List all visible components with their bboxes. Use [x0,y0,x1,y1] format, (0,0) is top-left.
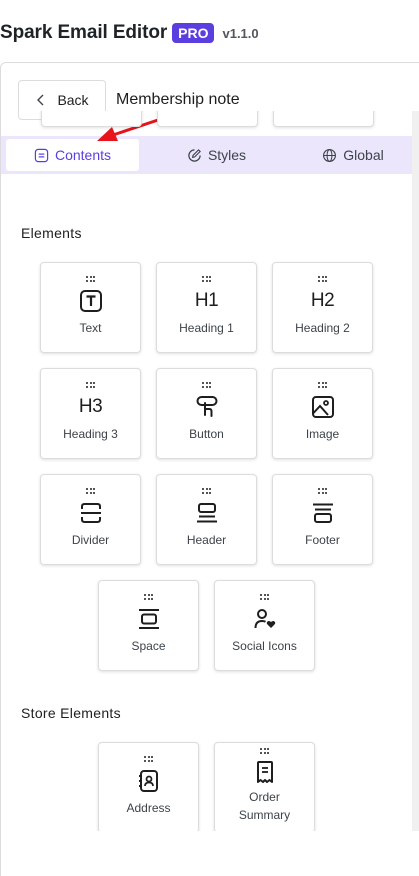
element-label: Heading 3 [63,427,118,441]
drag-handle-icon [202,276,211,283]
element-card-button[interactable]: Button [156,368,257,459]
receipt-icon [256,761,273,783]
drag-handle-icon [86,382,95,389]
element-label: Footer [305,533,340,547]
element-card-header[interactable]: Header [156,474,257,565]
image-icon [311,396,334,418]
drag-handle-icon [202,382,211,389]
drag-handle-icon [144,594,153,601]
heading-2-icon: H2 [310,290,335,311]
store-element-label: Order Summary [239,788,290,824]
store-elements-section-title: Store Elements [21,705,121,721]
drag-handle-icon [318,488,327,495]
store-element-label: Address [126,801,171,815]
partial-card[interactable] [273,111,374,127]
element-label: Heading 1 [179,321,234,335]
header-icon [196,503,217,523]
element-label: Space [131,639,166,653]
element-label: Divider [71,533,110,547]
element-card-image[interactable]: Image [272,368,373,459]
store-element-label-line1: Order [249,790,280,804]
element-label: Text [79,321,102,335]
drag-handle-icon [260,748,269,755]
element-label: Heading 2 [295,321,350,335]
drag-handle-icon [318,276,327,283]
store-card-order-summary[interactable]: Order Summary [214,742,315,831]
elements-scroll-area[interactable]: Elements Text H1 Heading 1 H2 Heading 2 … [0,111,412,831]
element-card-heading-2[interactable]: H2 Heading 2 [272,262,373,353]
element-label: Social Icons [232,639,297,653]
store-card-address[interactable]: Address [98,742,199,831]
back-button-label: Back [57,92,89,108]
partial-card[interactable] [41,111,142,127]
element-card-social-icons[interactable]: Social Icons [214,580,315,671]
space-icon [138,609,159,629]
app-header: Spark Email Editor PRO v1.1.0 [0,18,259,48]
element-card-heading-3[interactable]: H3 Heading 3 [40,368,141,459]
element-card-text[interactable]: Text [40,262,141,353]
heading-3-icon: H3 [78,396,103,417]
element-card-divider[interactable]: Divider [40,474,141,565]
social-icon [254,609,275,629]
element-label: Button [189,427,224,441]
element-card-footer[interactable]: Footer [272,474,373,565]
drag-handle-icon [86,488,95,495]
scrollbar[interactable] [412,111,419,831]
element-card-space[interactable]: Space [98,580,199,671]
drag-handle-icon [318,382,327,389]
drag-handle-icon [86,276,95,283]
chevron-left-icon [37,94,44,106]
heading-1-icon: H1 [194,290,219,311]
footer-icon [312,503,333,523]
note-title: Membership note [116,91,240,108]
element-label: Header [186,533,227,547]
drag-handle-icon [202,488,211,495]
version-label: v1.1.0 [222,25,259,41]
button-click-icon [196,396,217,417]
element-label: Image [305,427,340,441]
pro-badge: PRO [172,23,215,43]
element-card-heading-1[interactable]: H1 Heading 1 [156,262,257,353]
divider-icon [80,503,101,523]
text-icon [79,290,102,312]
drag-handle-icon [260,594,269,601]
address-book-icon [138,770,158,792]
partial-card[interactable] [157,111,258,127]
app-title: Spark Email Editor [0,22,168,43]
drag-handle-icon [144,756,153,763]
store-element-label-line2: Summary [238,808,291,822]
elements-section-title: Elements [21,225,82,241]
